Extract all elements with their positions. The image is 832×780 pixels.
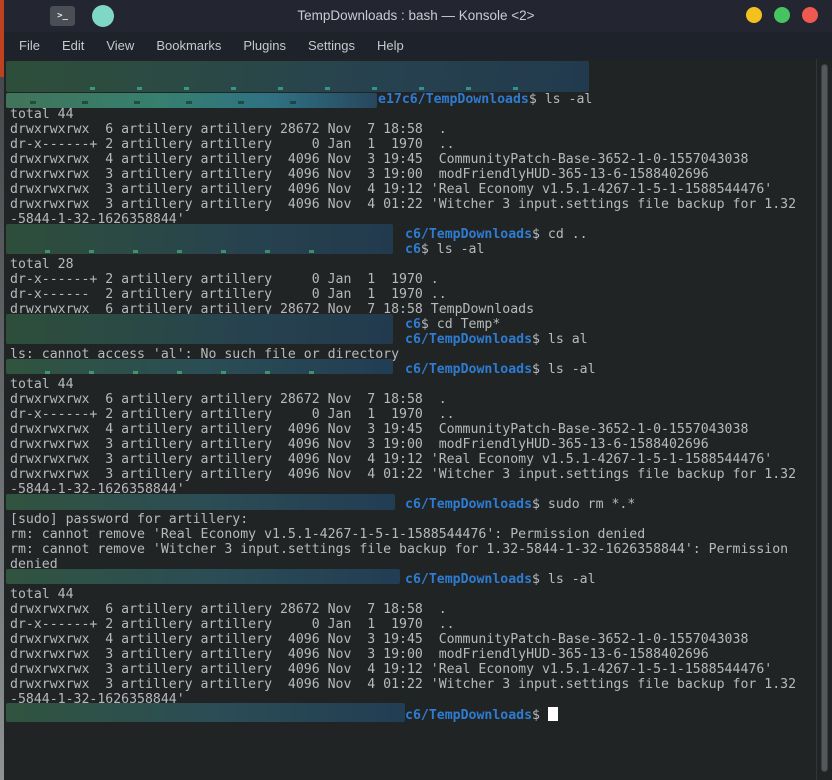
terminal-text: drwxrwxrwx 6 artillery artillery 28672 N… — [10, 122, 447, 137]
terminal-output-line: drwxrwxrwx 6 artillery artillery 28672 N… — [10, 392, 447, 407]
terminal-text: drwxrwxrwx 3 artillery artillery 4096 No… — [10, 167, 709, 182]
terminal-output-line: drwxrwxrwx 3 artillery artillery 4096 No… — [10, 677, 796, 692]
prompt-command: $ ls al — [532, 332, 588, 347]
terminal-output-line: rm: cannot remove 'Real Economy v1.5.1-4… — [10, 527, 645, 542]
terminal-text: drwxrwxrwx 6 artillery artillery 28672 N… — [10, 602, 447, 617]
prompt-command: $ — [532, 708, 548, 723]
terminal-text: drwxrwxrwx 3 artillery artillery 4096 No… — [10, 182, 772, 197]
terminal-text: total 44 — [10, 377, 74, 392]
terminal-output-line: drwxrwxrwx 3 artillery artillery 4096 No… — [10, 197, 796, 212]
terminal-output-line: drwxrwxrwx 3 artillery artillery 4096 No… — [10, 647, 709, 662]
terminal-text: drwxrwxrwx 6 artillery artillery 28672 N… — [10, 392, 447, 407]
terminal-output-line: drwxrwxrwx 4 artillery artillery 4096 No… — [10, 632, 748, 647]
terminal-text: drwxrwxrwx 4 artillery artillery 4096 No… — [10, 152, 748, 167]
prompt-command: $ ls -al — [529, 92, 593, 107]
prompt-path: c6/TempDownloads — [405, 227, 532, 242]
prompt-path: c6/TempDownloads — [405, 332, 532, 347]
terminal-output-line: total 44 — [10, 377, 74, 392]
terminal-text: drwxrwxrwx 3 artillery artillery 4096 No… — [10, 437, 709, 452]
scrollbar-track-divider — [816, 59, 817, 780]
prompt-command: $ sudo rm *.* — [532, 497, 635, 512]
terminal-text: drwxrwxrwx 4 artillery artillery 4096 No… — [10, 632, 748, 647]
terminal-output-line: drwxrwxrwx 4 artillery artillery 4096 No… — [10, 152, 748, 167]
terminal-text: dr-x------+ 2 artillery artillery 0 Jan … — [10, 407, 455, 422]
scrollbar-thumb[interactable] — [821, 64, 828, 772]
terminal-output-line: dr-x------+ 2 artillery artillery 0 Jan … — [10, 272, 439, 287]
terminal-text: rm: cannot remove 'Real Economy v1.5.1-4… — [10, 527, 645, 542]
prompt-command: $ cd .. — [532, 227, 588, 242]
terminal-text: total 44 — [10, 107, 74, 122]
redaction-blur — [30, 101, 330, 104]
terminal-lines: e17c6/TempDownloads$ ls -altotal 44drwxr… — [0, 0, 832, 780]
prompt-path: c6 — [405, 317, 421, 332]
prompt-path: e17c6/TempDownloads — [378, 92, 529, 107]
terminal-text: drwxrwxrwx 3 artillery artillery 4096 No… — [10, 677, 796, 692]
redaction-blur — [45, 371, 315, 374]
terminal-output-line: rm: cannot remove 'Witcher 3 input.setti… — [10, 542, 788, 557]
redaction-blur — [90, 87, 530, 90]
terminal-text: drwxrwxrwx 3 artillery artillery 4096 No… — [10, 662, 772, 677]
terminal-output-line: dr-x------ 2 artillery artillery 0 Jan 1… — [10, 287, 447, 302]
terminal-output-line: drwxrwxrwx 3 artillery artillery 4096 No… — [10, 182, 772, 197]
konsole-window: TempDownloads : bash — Konsole <2> >_ Fi… — [0, 0, 832, 780]
terminal-output-line: drwxrwxrwx 3 artillery artillery 4096 No… — [10, 437, 709, 452]
terminal-text: rm: cannot remove 'Witcher 3 input.setti… — [10, 542, 788, 557]
prompt-path: c6 — [405, 242, 421, 257]
terminal-prompt-line: c6/TempDownloads$ sudo rm *.* — [405, 497, 635, 512]
terminal-text: dr-x------+ 2 artillery artillery 0 Jan … — [10, 272, 439, 287]
terminal-output-line: drwxrwxrwx 3 artillery artillery 4096 No… — [10, 167, 709, 182]
terminal-output-line: dr-x------+ 2 artillery artillery 0 Jan … — [10, 617, 455, 632]
prompt-command: $ ls -al — [532, 362, 596, 377]
terminal-text: total 44 — [10, 587, 74, 602]
terminal-output-line: drwxrwxrwx 6 artillery artillery 28672 N… — [10, 602, 447, 617]
terminal-output-line: [sudo] password for artillery: — [10, 512, 248, 527]
terminal-output-line: dr-x------+ 2 artillery artillery 0 Jan … — [10, 407, 455, 422]
prompt-command: $ cd Temp* — [421, 317, 500, 332]
terminal-prompt-line: c6$ cd Temp* — [405, 317, 500, 332]
redaction-blur — [6, 569, 400, 584]
terminal-output-line: drwxrwxrwx 4 artillery artillery 4096 No… — [10, 422, 748, 437]
terminal-output-line: drwxrwxrwx 6 artillery artillery 28672 N… — [10, 122, 447, 137]
terminal-prompt-line: c6/TempDownloads$ cd .. — [405, 227, 588, 242]
terminal-output-line: dr-x------+ 2 artillery artillery 0 Jan … — [10, 137, 455, 152]
terminal-output-line: drwxrwxrwx 3 artillery artillery 4096 No… — [10, 662, 772, 677]
redaction-blur — [6, 314, 393, 344]
terminal-prompt-line: c6/TempDownloads$ ls al — [405, 332, 588, 347]
background-window-edge — [0, 0, 4, 77]
prompt-path: c6/TempDownloads — [405, 572, 532, 587]
terminal-output-line: drwxrwxrwx 3 artillery artillery 4096 No… — [10, 452, 772, 467]
terminal-text: [sudo] password for artillery: — [10, 512, 248, 527]
terminal-output-line: drwxrwxrwx 3 artillery artillery 4096 No… — [10, 467, 796, 482]
prompt-path: c6/TempDownloads — [405, 497, 532, 512]
terminal-text: drwxrwxrwx 4 artillery artillery 4096 No… — [10, 422, 748, 437]
prompt-command: $ ls -al — [421, 242, 485, 257]
redaction-blur — [6, 494, 395, 510]
window-border-strip — [0, 77, 4, 780]
terminal-text: dr-x------ 2 artillery artillery 0 Jan 1… — [10, 287, 447, 302]
terminal-text: drwxrwxrwx 3 artillery artillery 4096 No… — [10, 647, 709, 662]
terminal-prompt-line: e17c6/TempDownloads$ ls -al — [378, 92, 592, 107]
terminal-prompt-line: c6$ ls -al — [405, 242, 484, 257]
prompt-path: c6/TempDownloads — [405, 708, 532, 723]
terminal-prompt-line: c6/TempDownloads$ — [405, 707, 558, 722]
terminal-text: drwxrwxrwx 3 artillery artillery 4096 No… — [10, 452, 772, 467]
terminal-prompt-line: c6/TempDownloads$ ls -al — [405, 362, 596, 377]
terminal-text: total 28 — [10, 257, 74, 272]
terminal-text: drwxrwxrwx 3 artillery artillery 4096 No… — [10, 197, 796, 212]
terminal-text: drwxrwxrwx 3 artillery artillery 4096 No… — [10, 467, 796, 482]
prompt-path: c6/TempDownloads — [405, 362, 532, 377]
terminal-output-line: total 28 — [10, 257, 74, 272]
redaction-blur — [45, 250, 315, 253]
terminal-text: dr-x------+ 2 artillery artillery 0 Jan … — [10, 137, 455, 152]
prompt-command: $ ls -al — [532, 572, 596, 587]
terminal-output-line: total 44 — [10, 107, 74, 122]
terminal-text: dr-x------+ 2 artillery artillery 0 Jan … — [10, 617, 455, 632]
terminal-prompt-line: c6/TempDownloads$ ls -al — [405, 572, 596, 587]
terminal[interactable]: e17c6/TempDownloads$ ls -altotal 44drwxr… — [4, 59, 832, 780]
terminal-cursor — [548, 707, 558, 721]
terminal-output-line: total 44 — [10, 587, 74, 602]
redaction-blur — [6, 703, 405, 722]
